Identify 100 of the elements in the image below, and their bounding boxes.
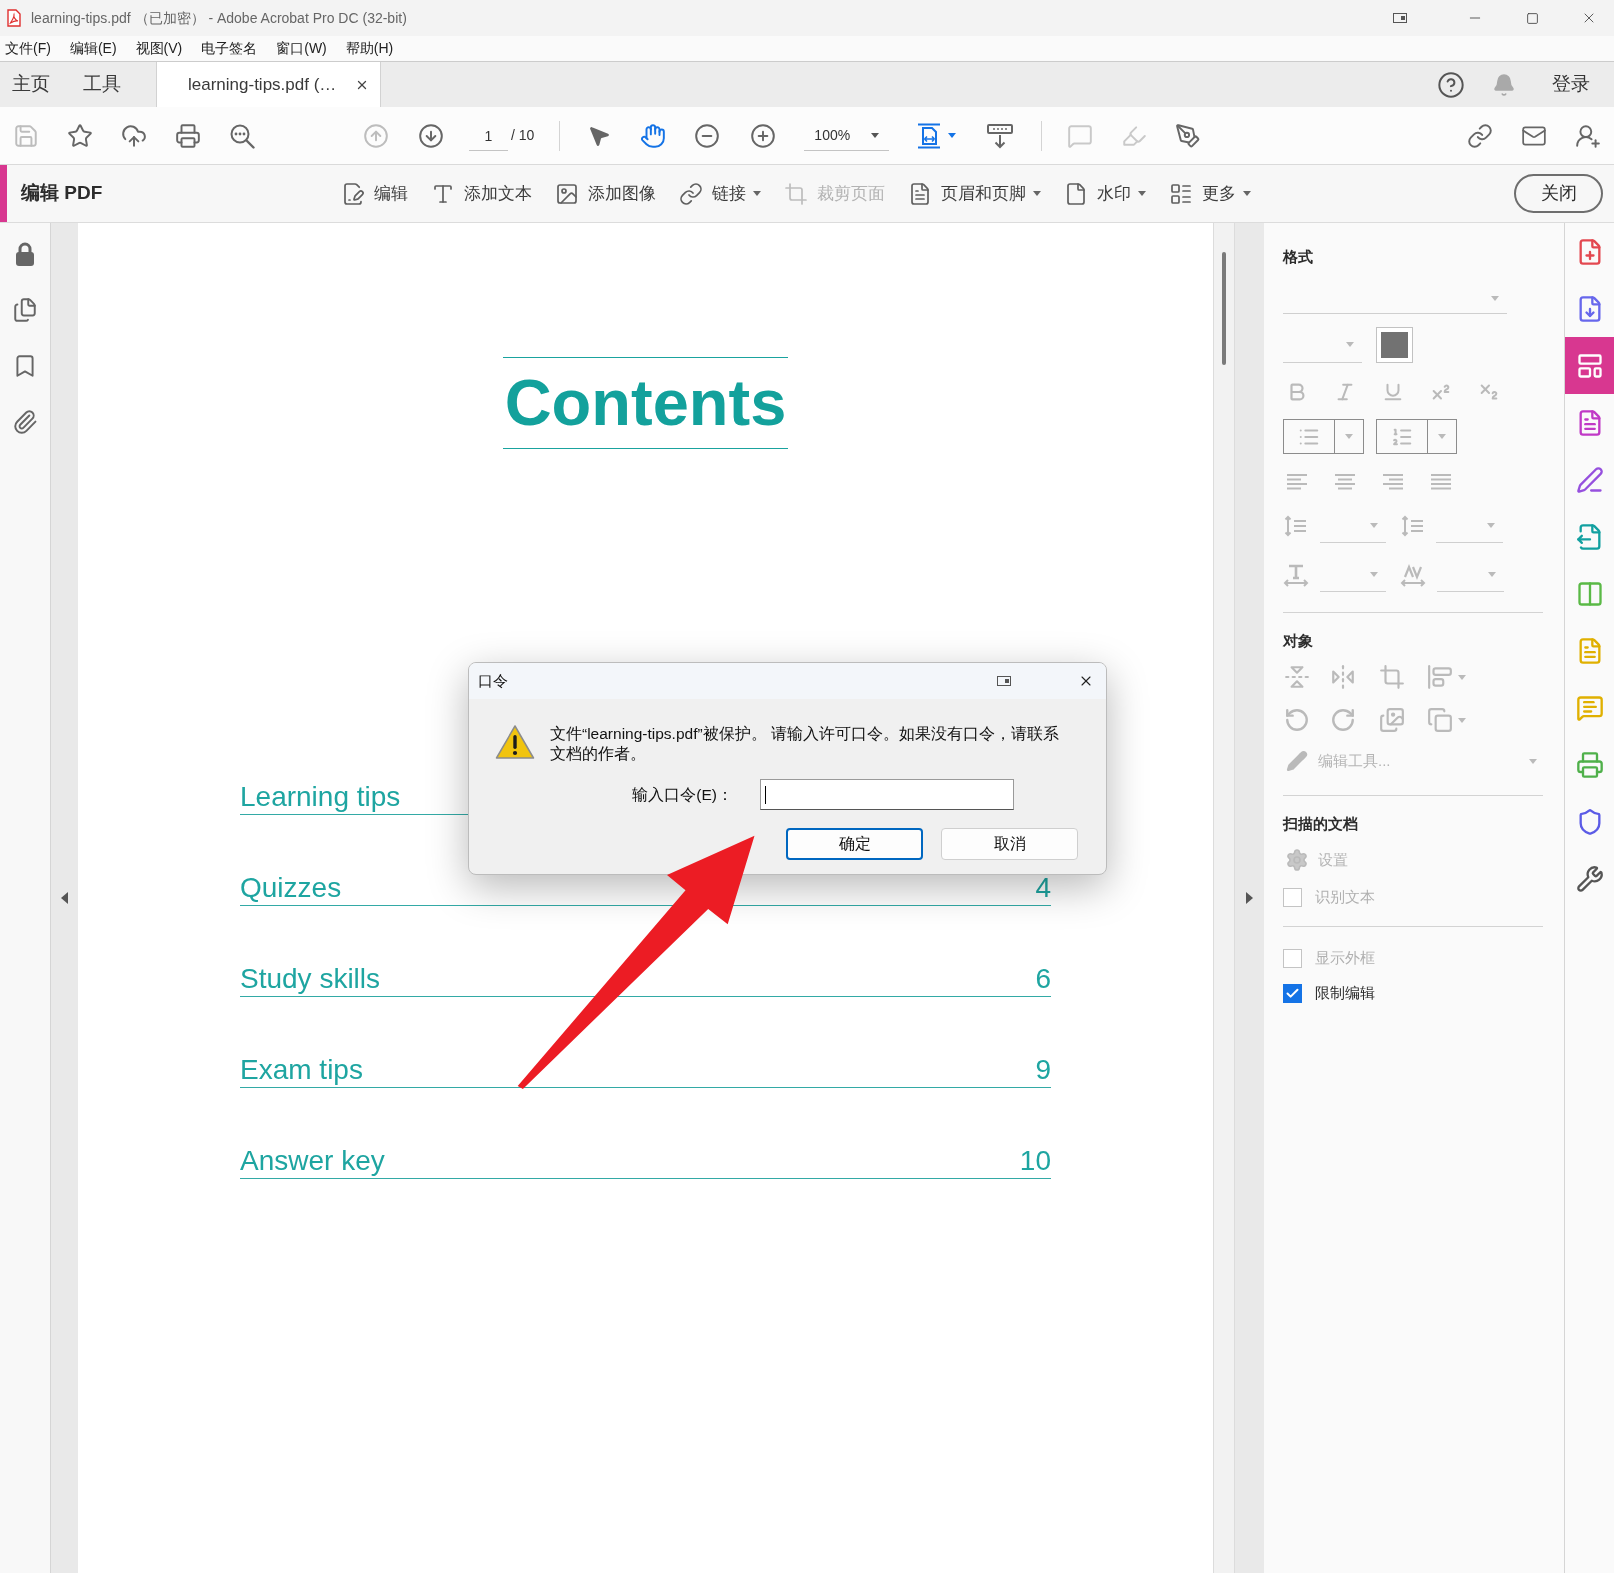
caret-down-icon — [1491, 296, 1499, 301]
caret-down-icon — [1458, 717, 1466, 723]
maximize-icon[interactable] — [1526, 11, 1539, 25]
bell-icon[interactable] — [1492, 72, 1516, 97]
link-icon — [679, 181, 703, 206]
pen-nib-icon[interactable] — [1175, 122, 1202, 149]
section-heading: 扫描的文档 — [1283, 814, 1358, 834]
menu-item[interactable]: 文件(F) — [5, 38, 51, 59]
gear-icon — [1285, 848, 1309, 872]
password-label: 输入口令(E)： — [632, 784, 733, 805]
tool-button[interactable]: 编辑 — [341, 180, 408, 207]
checkbox-label: 显示外框 — [1315, 947, 1375, 968]
menu-item[interactable]: 电子签名 — [201, 38, 258, 59]
document-icon — [908, 181, 932, 206]
toc-entry: Learning tips — [240, 783, 401, 811]
cloud-upload-icon[interactable] — [121, 122, 147, 149]
nav-tab[interactable]: 工具 — [71, 62, 133, 107]
toc-page-number: 10 — [1019, 1147, 1051, 1175]
toc-page-number: 6 — [1035, 965, 1051, 993]
zoom-in-icon[interactable] — [750, 122, 777, 149]
caret-down-icon — [1488, 572, 1496, 577]
zoom-out-icon[interactable] — [694, 122, 721, 149]
dialog-message: 文件“learning-tips.pdf”被保护。 请输入许可口令。如果没有口令，请联系文档的作者。 — [550, 724, 1060, 764]
lock-icon[interactable] — [15, 241, 35, 267]
menu-item[interactable]: 编辑(E) — [69, 38, 117, 59]
tool-button[interactable]: 更多 — [1169, 180, 1251, 207]
checkbox-label: 识别文本 — [1315, 886, 1375, 907]
menu-item[interactable]: 窗口(W) — [276, 38, 327, 59]
dialog-title: 口令 — [478, 670, 508, 691]
section-heading: 对象 — [1283, 631, 1313, 651]
close-button[interactable]: 关闭 — [1514, 174, 1603, 213]
pdf-file-icon — [7, 9, 21, 27]
star-icon[interactable] — [67, 122, 93, 149]
sign-in-button[interactable]: 登录 — [1552, 70, 1590, 99]
tool-button[interactable]: 页眉和页脚 — [908, 180, 1041, 207]
page-heading: Contents — [502, 357, 789, 449]
comment-icon — [1575, 693, 1604, 722]
page-count: / 10 — [511, 126, 535, 145]
add-user-icon[interactable] — [1575, 122, 1601, 149]
arrow-down-circle-icon[interactable] — [418, 122, 444, 149]
image-icon — [555, 181, 579, 206]
panel-title: 编辑 PDF — [21, 182, 103, 204]
window-title: learning-tips.pdf （已加密） - Adobe Acrobat Pro DC (32-bit) — [31, 8, 407, 28]
checkbox-label: 限制编辑 — [1315, 982, 1375, 1003]
pages-icon[interactable] — [12, 297, 38, 323]
toc-entry: Answer key — [240, 1147, 385, 1175]
toc-entry: Quizzes — [240, 874, 342, 902]
toc-page-number: 4 — [1035, 874, 1051, 902]
list-icon — [1169, 181, 1193, 206]
caret-down-icon — [948, 133, 957, 138]
tool-button[interactable]: 添加图像 — [555, 180, 656, 207]
toc-page-number: 9 — [1035, 1056, 1051, 1084]
toc-entry: Exam tips — [240, 1056, 363, 1084]
printer-icon[interactable] — [175, 122, 201, 149]
menu-item[interactable]: 视图(V) — [135, 38, 183, 59]
zoom-field[interactable]: 100% — [804, 120, 890, 151]
caret-down-icon — [1438, 434, 1446, 439]
crop-icon — [784, 181, 808, 206]
dialog-button[interactable]: 确定 — [786, 828, 923, 860]
columns-icon — [1575, 579, 1604, 608]
hand-icon[interactable] — [640, 122, 667, 149]
caret-down-icon — [1487, 523, 1495, 528]
layout-icon — [1575, 351, 1604, 380]
document-tab[interactable]: learning-tips.pdf (… — [156, 62, 381, 107]
help-icon[interactable] — [1437, 70, 1465, 99]
tool-button[interactable]: 添加文本 — [431, 180, 532, 207]
section-heading: 格式 — [1283, 247, 1313, 267]
pen-icon — [1575, 465, 1604, 494]
caret-down-icon — [1370, 572, 1378, 577]
wrench-icon — [1575, 864, 1604, 893]
nav-tab[interactable]: 主页 — [0, 62, 62, 107]
paperclip-icon[interactable] — [12, 409, 38, 435]
tool-button[interactable]: 水印 — [1064, 180, 1146, 207]
caret-down-icon — [1370, 523, 1378, 528]
toc-entry: Study skills — [240, 965, 381, 993]
password-field[interactable] — [760, 779, 1014, 810]
pencil-icon — [1286, 750, 1308, 772]
link-icon[interactable] — [1467, 122, 1493, 149]
caret-down-icon — [1529, 758, 1537, 764]
file-pen-icon — [341, 181, 365, 206]
warning-icon — [495, 724, 535, 760]
caret-down-icon — [1346, 342, 1354, 347]
small-window-icon — [997, 676, 1011, 686]
page-scroll-icon[interactable] — [986, 121, 1015, 150]
caret-down-icon — [1458, 674, 1466, 680]
checkbox[interactable] — [1283, 983, 1302, 1003]
scrollbar-track[interactable] — [1213, 223, 1235, 1573]
tool-button[interactable]: 链接 — [679, 180, 761, 207]
color-swatch-icon[interactable] — [1376, 327, 1413, 363]
caret-down-icon — [871, 132, 880, 138]
page-number-field[interactable]: 1 — [469, 120, 508, 151]
caret-left-icon[interactable] — [61, 892, 68, 904]
menu-item[interactable]: 帮助(H) — [345, 38, 394, 59]
file-icon — [1064, 181, 1088, 206]
dialog-button[interactable]: 取消 — [941, 828, 1078, 860]
caret-right-icon[interactable] — [1246, 892, 1253, 904]
printer-icon — [1575, 750, 1604, 779]
caret-down-icon — [1345, 434, 1353, 439]
scrollbar-thumb[interactable] — [1222, 252, 1226, 365]
search-icon[interactable] — [229, 122, 255, 149]
